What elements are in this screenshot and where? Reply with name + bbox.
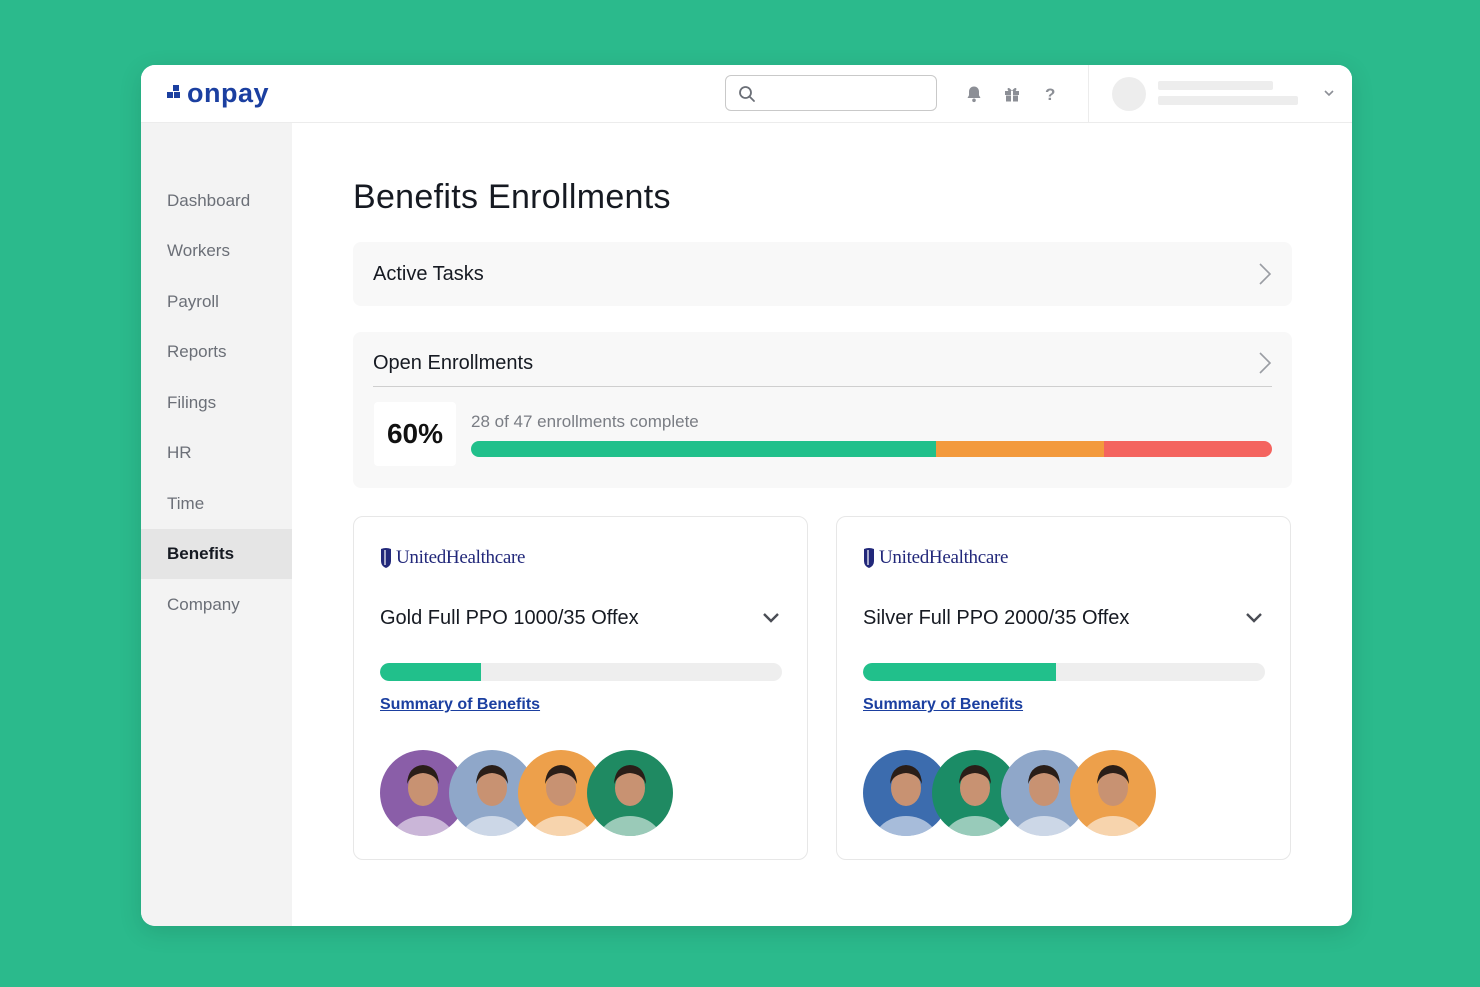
plan-progress-bar <box>863 663 1265 681</box>
summary-of-benefits-link[interactable]: Summary of Benefits <box>380 696 540 714</box>
open-enrollments-panel: Open Enrollments 60% 28 of 47 enrollment… <box>353 332 1292 488</box>
search-input[interactable] <box>725 75 937 111</box>
progress-segment <box>471 441 936 457</box>
united-healthcare-logo: UnitedHealthcare <box>380 547 525 569</box>
plan-card: UnitedHealthcare Silver Full PPO 2000/35… <box>836 516 1291 860</box>
plan-progress-fill <box>863 663 1056 681</box>
sidebar-item-reports[interactable]: Reports <box>141 327 292 377</box>
chevron-down-icon[interactable] <box>1323 88 1335 98</box>
sidebar-item-filings[interactable]: Filings <box>141 378 292 428</box>
sidebar-item-time[interactable]: Time <box>141 479 292 529</box>
united-healthcare-logo: UnitedHealthcare <box>863 547 1008 569</box>
person-icon <box>1081 765 1145 836</box>
sidebar-item-hr[interactable]: HR <box>141 428 292 478</box>
summary-of-benefits-link[interactable]: Summary of Benefits <box>863 696 1023 714</box>
uhc-shield-icon <box>381 548 391 568</box>
enrolled-avatars <box>380 750 680 836</box>
person-icon <box>598 765 662 836</box>
completion-percent: 60% <box>374 402 456 466</box>
gift-icon[interactable] <box>1002 84 1022 104</box>
sidebar-item-benefits[interactable]: Benefits <box>141 529 292 579</box>
enrollment-progress-bar <box>471 441 1272 457</box>
bell-icon[interactable] <box>964 84 984 104</box>
topbar-divider <box>1088 65 1089 123</box>
plan-name: Silver Full PPO 2000/35 Offex <box>863 607 1130 629</box>
user-company-placeholder <box>1158 96 1298 105</box>
chevron-right-icon[interactable] <box>1258 351 1272 375</box>
sidebar-item-company[interactable]: Company <box>141 580 292 630</box>
plan-card: UnitedHealthcare Gold Full PPO 1000/35 O… <box>353 516 808 860</box>
onpay-logo[interactable]: onpay <box>167 79 269 107</box>
enrollment-status-text: 28 of 47 enrollments complete <box>471 412 699 431</box>
sidebar-item-workers[interactable]: Workers <box>141 226 292 276</box>
chevron-right-icon[interactable] <box>1258 262 1272 286</box>
logo-text: onpay <box>187 78 270 108</box>
search-icon <box>739 86 755 102</box>
uhc-shield-icon <box>864 548 874 568</box>
enrolled-avatars <box>863 750 1163 836</box>
carrier-name: UnitedHealthcare <box>879 547 1009 568</box>
active-tasks-title: Active Tasks <box>373 263 484 285</box>
user-avatar[interactable] <box>1112 77 1146 111</box>
sidebar: Dashboard Workers Payroll Reports Filing… <box>141 123 292 926</box>
svg-text:?: ? <box>1045 85 1055 104</box>
avatar <box>587 750 673 836</box>
active-tasks-panel[interactable]: Active Tasks <box>353 242 1292 306</box>
user-name-placeholder <box>1158 81 1273 90</box>
top-bar: onpay ? <box>141 65 1352 123</box>
sidebar-item-dashboard[interactable]: Dashboard <box>141 176 292 226</box>
plan-name: Gold Full PPO 1000/35 Offex <box>380 607 639 629</box>
progress-segment <box>935 441 1104 457</box>
progress-segment <box>1103 441 1272 457</box>
logo-mark-icon <box>167 85 185 101</box>
chevron-down-icon[interactable] <box>761 611 781 625</box>
chevron-down-icon[interactable] <box>1244 611 1264 625</box>
open-enrollments-title[interactable]: Open Enrollments <box>373 352 533 375</box>
avatar <box>1070 750 1156 836</box>
plan-progress-fill <box>380 663 481 681</box>
divider <box>373 386 1272 387</box>
plan-progress-bar <box>380 663 782 681</box>
carrier-name: UnitedHealthcare <box>396 547 526 568</box>
page-title: Benefits Enrollments <box>353 178 671 216</box>
sidebar-item-payroll[interactable]: Payroll <box>141 277 292 327</box>
app-window: onpay ? Dashboard Workers Payroll Report… <box>141 65 1352 926</box>
help-icon[interactable]: ? <box>1040 84 1060 104</box>
